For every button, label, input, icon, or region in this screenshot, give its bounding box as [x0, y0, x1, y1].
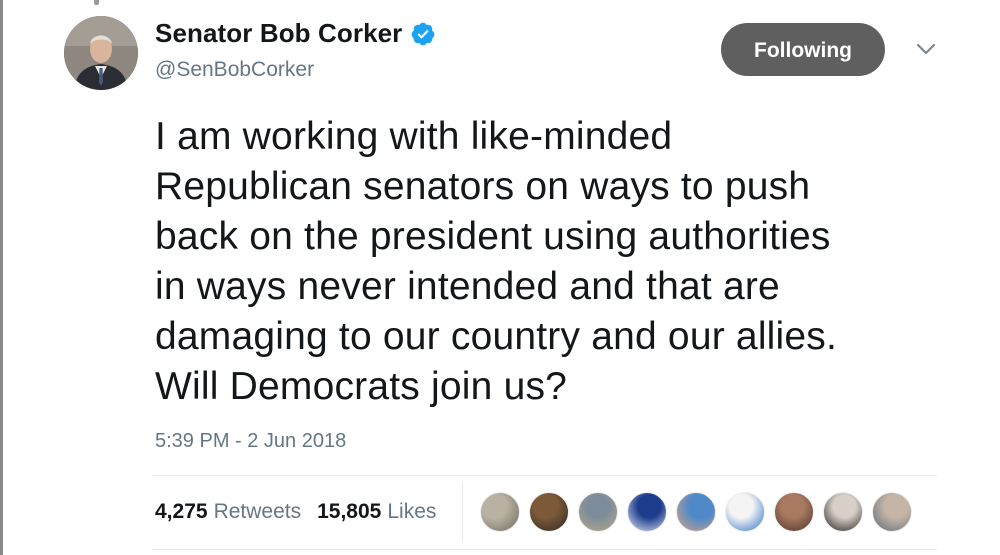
tweet-stats: 4,275 Retweets 15,805 Likes — [155, 500, 436, 524]
window-top-marker — [94, 0, 99, 5]
author-display-name[interactable]: Senator Bob Corker — [155, 18, 402, 49]
stats-divider-bottom — [152, 549, 937, 550]
retweets-label: Retweets — [213, 500, 302, 523]
author-handle[interactable]: @SenBobCorker — [155, 58, 314, 82]
liker-avatar-woman[interactable] — [774, 492, 814, 532]
liker-avatar-man-blue[interactable] — [676, 492, 716, 532]
liker-avatar-woman-dark-hair[interactable] — [823, 492, 863, 532]
author-name-row: Senator Bob Corker — [155, 18, 436, 49]
window-left-edge — [0, 0, 3, 555]
author-avatar[interactable] — [64, 16, 138, 90]
liker-avatars — [480, 492, 921, 532]
liker-avatar-dog[interactable] — [480, 492, 520, 532]
retweets-count: 4,275 — [155, 500, 208, 523]
liker-avatar-landscape[interactable] — [578, 492, 618, 532]
tweet-timestamp[interactable]: 5:39 PM - 2 Jun 2018 — [155, 430, 346, 453]
liker-avatar-man-dark[interactable] — [529, 492, 569, 532]
retweets-stat[interactable]: 4,275 Retweets — [155, 500, 301, 524]
tweet-text: I am working with like-minded Republican… — [155, 115, 838, 408]
stats-divider-vertical — [462, 482, 463, 542]
liker-avatar-blue-logo[interactable] — [627, 492, 667, 532]
stats-divider-top — [152, 475, 937, 476]
liker-avatar-blue-figure[interactable] — [725, 492, 765, 532]
likes-stat[interactable]: 15,805 Likes — [317, 500, 436, 524]
verified-badge-icon — [410, 21, 436, 47]
following-button[interactable]: Following — [721, 23, 885, 76]
likes-label: Likes — [387, 500, 437, 523]
liker-avatar-man-older[interactable] — [872, 492, 912, 532]
chevron-down-icon[interactable] — [916, 42, 936, 56]
likes-count: 15,805 — [317, 500, 382, 523]
